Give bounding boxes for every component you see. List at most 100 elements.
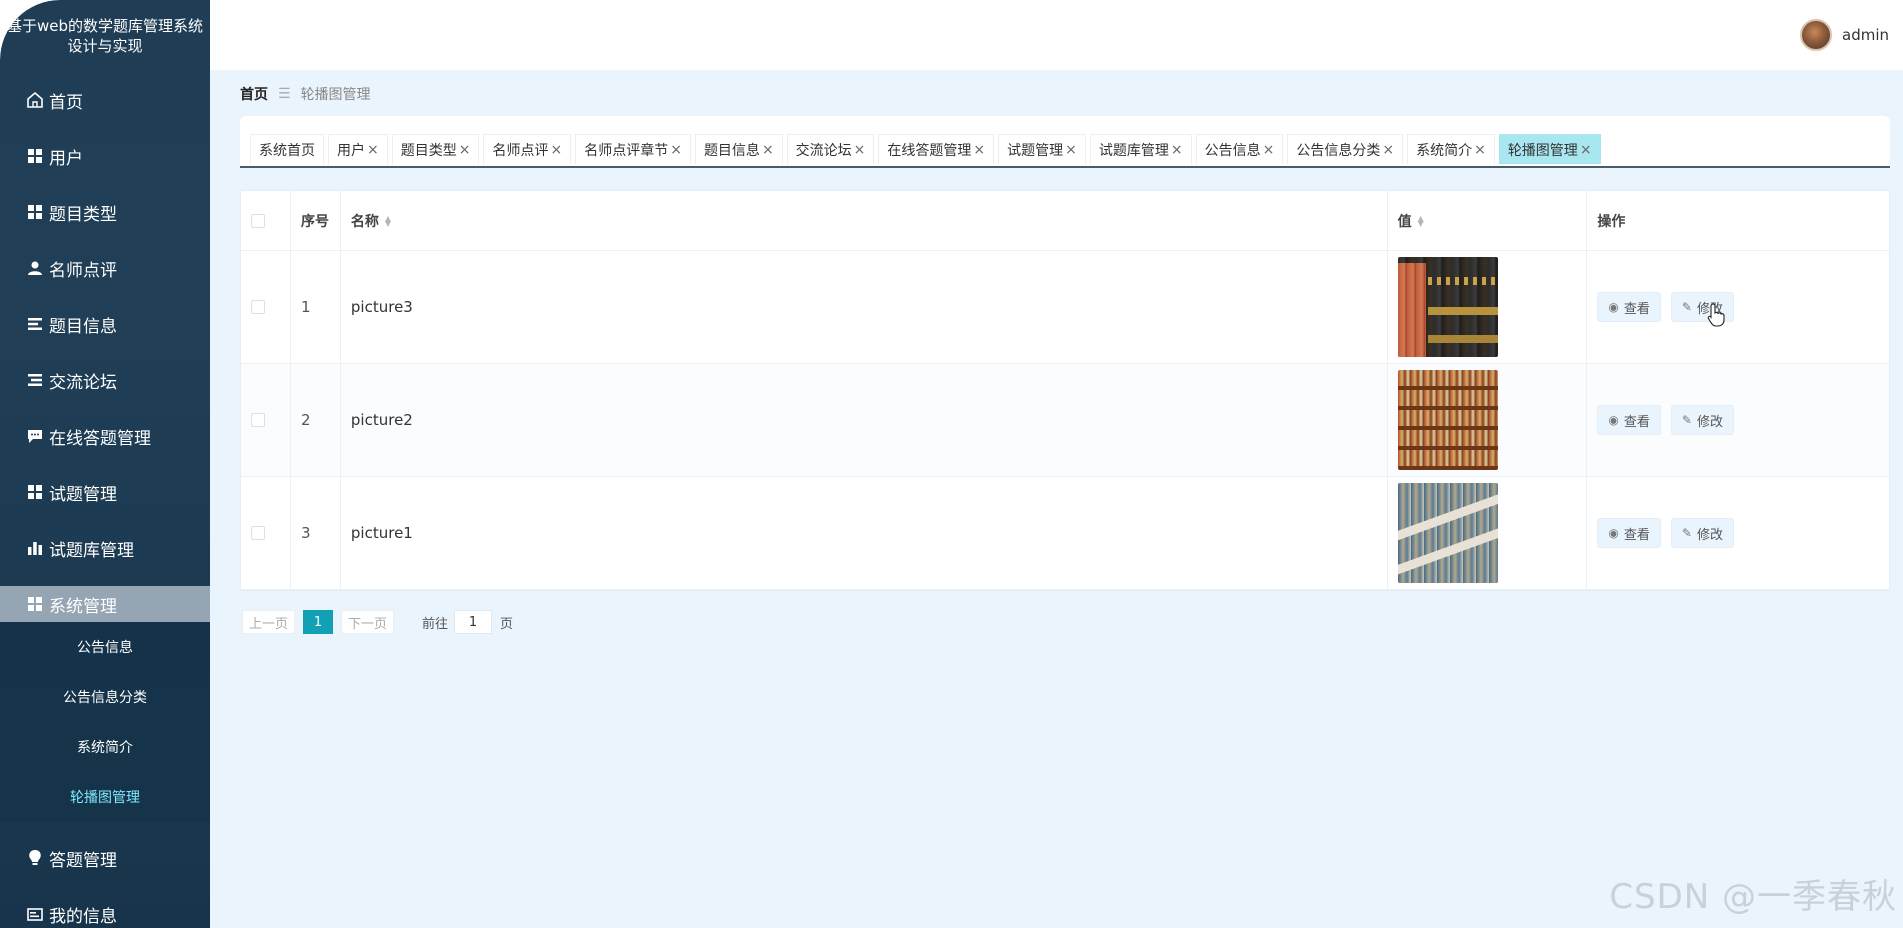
tab-online-answer[interactable]: 在线答题管理 ×: [878, 134, 995, 164]
close-icon[interactable]: ×: [367, 142, 379, 158]
tab-label: 交流论坛: [795, 142, 852, 159]
table-row: 3 picture1 ◉ 查看 ✎ 修改: [241, 477, 1889, 590]
close-icon[interactable]: ×: [973, 142, 985, 158]
select-all-checkbox[interactable]: [251, 213, 265, 228]
sidebar-item-label: 用户: [49, 148, 83, 169]
close-icon[interactable]: ×: [1263, 142, 1275, 158]
row-checkbox[interactable]: [251, 300, 265, 314]
row-ops: ◉ 查看 ✎ 修改: [1587, 364, 1889, 476]
tab-label: 名师点评: [492, 142, 549, 159]
close-icon[interactable]: ×: [1474, 142, 1486, 158]
close-icon[interactable]: ×: [550, 142, 562, 158]
sidebar-item-label: 题目类型: [49, 204, 117, 225]
page-number-button[interactable]: 1: [303, 610, 334, 634]
close-icon[interactable]: ×: [854, 142, 866, 158]
close-icon[interactable]: ×: [459, 142, 471, 158]
sidebar-item-system[interactable]: 系统管理: [0, 586, 210, 622]
tab-teacher-review-chapter[interactable]: 名师点评章节 ×: [575, 134, 691, 164]
sidebar-item-question-info[interactable]: 题目信息: [0, 296, 210, 352]
grid-icon: [25, 146, 45, 166]
goto-page-input[interactable]: [454, 610, 493, 634]
submenu-item-system-intro[interactable]: 系统简介: [0, 722, 210, 772]
view-button[interactable]: ◉ 查看: [1597, 518, 1661, 548]
sidebar-item-answer-management[interactable]: 答题管理: [0, 830, 210, 886]
header-value[interactable]: 值 ▲ ▼: [1388, 191, 1588, 250]
tab-home[interactable]: 系统首页: [250, 134, 324, 164]
row-ops: ◉ 查看 ✎ 修改: [1587, 251, 1889, 363]
edit-button[interactable]: ✎ 修改: [1670, 518, 1734, 548]
tab-carousel[interactable]: 轮播图管理 ×: [1498, 134, 1601, 164]
sidebar-item-label: 系统管理: [49, 596, 117, 617]
sidebar-item-label: 交流论坛: [49, 372, 117, 393]
row-ops: ◉ 查看 ✎ 修改: [1587, 477, 1889, 589]
table-header-row: 序号 名称 ▲ ▼ 值 ▲ ▼ 操作: [241, 191, 1889, 251]
header-index: 序号: [291, 191, 341, 250]
row-index: 1: [291, 251, 341, 363]
row-checkbox[interactable]: [251, 413, 265, 427]
sidebar-item-exam[interactable]: 试题管理: [0, 464, 210, 520]
table-row: 2 picture2 ◉ 查看 ✎ 修改: [241, 364, 1889, 477]
sidebar-item-my-info[interactable]: 我的信息: [0, 886, 210, 928]
home-icon: [25, 90, 45, 110]
sidebar-item-teacher-review[interactable]: 名师点评: [0, 240, 210, 296]
tab-exam[interactable]: 试题管理 ×: [998, 134, 1086, 164]
tab-exam-bank[interactable]: 试题库管理 ×: [1089, 134, 1192, 164]
tab-users[interactable]: 用户 ×: [328, 134, 388, 164]
tab-teacher-review[interactable]: 名师点评 ×: [483, 134, 572, 164]
close-icon[interactable]: ×: [1580, 142, 1592, 158]
submenu-item-notice-category[interactable]: 公告信息分类: [0, 672, 210, 722]
hand-cursor-icon: [1707, 303, 1725, 327]
row-checkbox[interactable]: [251, 526, 265, 540]
breadcrumb-separator-icon: ☰: [278, 86, 291, 102]
sidebar-item-home[interactable]: 首页: [0, 72, 210, 128]
breadcrumb-home[interactable]: 首页: [240, 84, 268, 104]
close-icon[interactable]: ×: [1171, 142, 1183, 158]
carousel-table: 序号 名称 ▲ ▼ 值 ▲ ▼ 操作 1 picture3 ◉ 查看 ✎ 修改 2 pict…: [240, 190, 1890, 591]
edit-button[interactable]: ✎ 修改: [1670, 405, 1734, 435]
tab-question-info[interactable]: 题目信息 ×: [694, 134, 783, 164]
tab-label: 用户: [337, 142, 365, 159]
grid-icon: [25, 202, 45, 222]
tab-system-intro[interactable]: 系统简介 ×: [1407, 134, 1495, 164]
row-checkbox-cell: [241, 364, 291, 476]
edit-icon: ✎: [1681, 413, 1692, 427]
list-icon: [25, 314, 45, 334]
close-icon[interactable]: ×: [1065, 142, 1077, 158]
header-name-label: 名称: [350, 213, 379, 230]
tab-notice[interactable]: 公告信息 ×: [1195, 134, 1284, 164]
close-icon[interactable]: ×: [1382, 142, 1394, 158]
edit-icon: ✎: [1681, 300, 1692, 314]
sidebar-item-users[interactable]: 用户: [0, 128, 210, 184]
row-checkbox-cell: [241, 477, 291, 589]
sidebar-item-question-type[interactable]: 题目类型: [0, 184, 210, 240]
row-index: 2: [291, 364, 341, 476]
next-page-button[interactable]: 下一页: [341, 610, 395, 634]
close-icon[interactable]: ×: [762, 142, 774, 158]
prev-page-button[interactable]: 上一页: [242, 610, 296, 634]
tab-forum[interactable]: 交流论坛 ×: [786, 134, 875, 164]
row-name: picture2: [341, 364, 1388, 476]
tab-notice-category[interactable]: 公告信息分类 ×: [1287, 134, 1404, 164]
sidebar-item-exam-bank[interactable]: 试题库管理: [0, 520, 210, 576]
close-icon[interactable]: ×: [670, 142, 682, 158]
submenu-item-carousel[interactable]: 轮播图管理: [0, 772, 210, 822]
view-button[interactable]: ◉ 查看: [1597, 292, 1661, 322]
sidebar-item-forum[interactable]: 交流论坛: [0, 352, 210, 408]
sort-icon[interactable]: ▲ ▼: [385, 214, 391, 227]
tab-label: 轮播图管理: [1507, 142, 1578, 159]
avatar[interactable]: [1800, 19, 1832, 51]
card-icon: [25, 904, 45, 924]
sidebar: 基于web的数学题库管理系统设计与实现 首页 用户 题目类型 名师点评 题目信息…: [0, 0, 210, 928]
sidebar-item-label: 答题管理: [49, 850, 117, 871]
header-name[interactable]: 名称 ▲ ▼: [341, 191, 1388, 250]
tab-label: 题目信息: [703, 142, 760, 159]
submenu-item-notice[interactable]: 公告信息: [0, 622, 210, 672]
grid-icon: [25, 594, 45, 614]
sort-icon[interactable]: ▲ ▼: [1418, 214, 1424, 227]
edit-label: 修改: [1696, 414, 1723, 430]
username[interactable]: admin: [1842, 26, 1889, 44]
tab-question-type[interactable]: 题目类型 ×: [391, 134, 480, 164]
sidebar-item-online-answer[interactable]: 在线答题管理: [0, 408, 210, 464]
tab-label: 公告信息分类: [1296, 142, 1381, 159]
view-button[interactable]: ◉ 查看: [1597, 405, 1661, 435]
